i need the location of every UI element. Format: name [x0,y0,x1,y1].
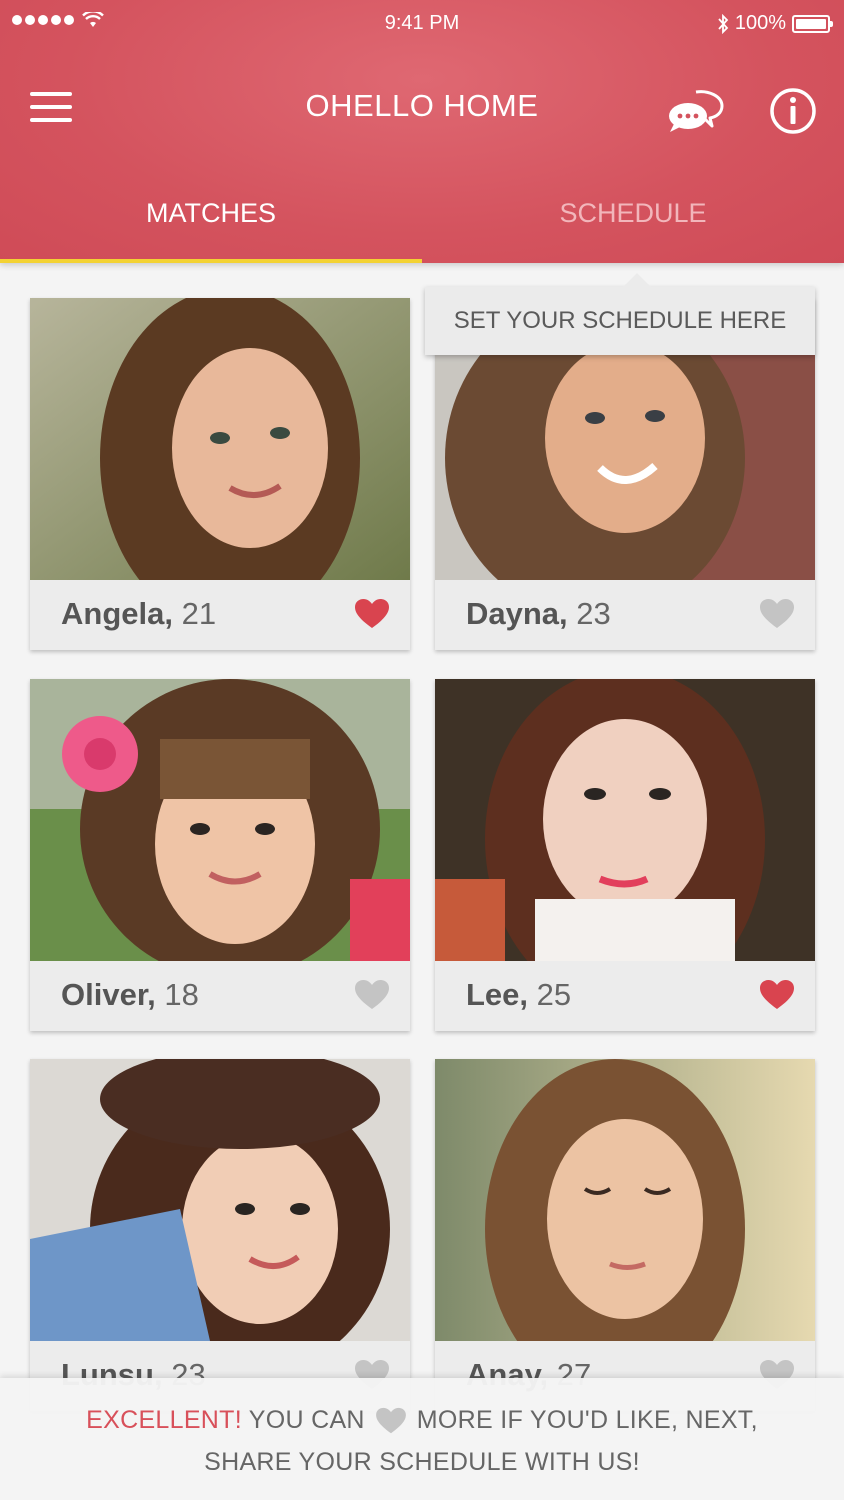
match-label: Angela, 21 [61,596,216,632]
match-name: Oliver, [61,977,156,1012]
status-right: 100% [717,12,833,35]
card-caption: Oliver, 18 [30,961,410,1031]
match-age: 23 [576,596,611,631]
tab-schedule[interactable]: SCHEDULE [422,180,844,263]
matches-grid: Angela, 21 Dayna, 23 Oliver, 18 Lee, 25 … [0,263,844,1500]
schedule-tooltip[interactable]: SET YOUR SCHEDULE HERE [425,273,815,355]
tab-matches[interactable]: MATCHES [0,180,422,263]
tab-label: MATCHES [145,198,276,228]
info-icon [770,88,816,134]
match-age: 18 [164,977,199,1012]
match-age: 25 [536,977,572,1012]
chat-bubbles-icon [669,90,724,132]
info-button[interactable] [768,86,818,136]
heart-icon[interactable] [759,979,795,1011]
profile-photo [30,1059,410,1341]
match-label: Oliver, 18 [61,977,199,1013]
match-label: Lee, 25 [466,977,571,1013]
match-label: Dayna, 23 [466,596,611,632]
status-bar: 9:41 PM 100% [0,0,844,48]
banner-text: YOU CAN [248,1406,365,1434]
card-caption: Angela, 21 [30,580,410,650]
app-header: 9:41 PM 100% OHELLO HOME MATCHES SCHEDUL… [0,0,844,263]
info-banner: EXCELLENT! YOU CAN MORE IF YOU'D LIKE, N… [0,1378,844,1500]
heart-icon[interactable] [759,598,795,630]
banner-line-1: EXCELLENT! YOU CAN MORE IF YOU'D LIKE, N… [0,1406,844,1435]
profile-photo [30,298,410,580]
heart-icon [375,1407,406,1433]
match-card[interactable]: Anay, 27 [435,1059,815,1411]
heart-icon[interactable] [354,598,390,630]
banner-text: MORE IF YOU'D LIKE, NEXT, [416,1406,758,1434]
profile-photo [30,679,410,961]
match-name: Angela, [61,596,173,631]
profile-photo [435,1059,815,1341]
heart-icon[interactable] [354,979,390,1011]
match-name: Lee, [466,977,529,1012]
card-caption: Lee, 25 [435,961,815,1031]
battery-icon [792,14,833,33]
match-card[interactable]: Angela, 21 [30,298,410,650]
banner-highlight: EXCELLENT! [86,1406,242,1434]
battery-percent: 100% [734,12,786,34]
tab-label: SCHEDULE [559,198,707,228]
match-card[interactable]: Oliver, 18 [30,679,410,1031]
match-age: 21 [181,596,217,631]
match-name: Dayna, [466,596,568,631]
match-card[interactable]: Lunsu, 23 [30,1059,410,1411]
bluetooth-icon [718,13,729,34]
tab-bar: MATCHES SCHEDULE [0,180,844,263]
match-card[interactable]: Lee, 25 [435,679,815,1031]
chat-button[interactable] [666,86,726,136]
card-caption: Dayna, 23 [435,580,815,650]
banner-line-2: SHARE YOUR SCHEDULE WITH US! [204,1448,640,1476]
profile-photo [435,679,815,961]
